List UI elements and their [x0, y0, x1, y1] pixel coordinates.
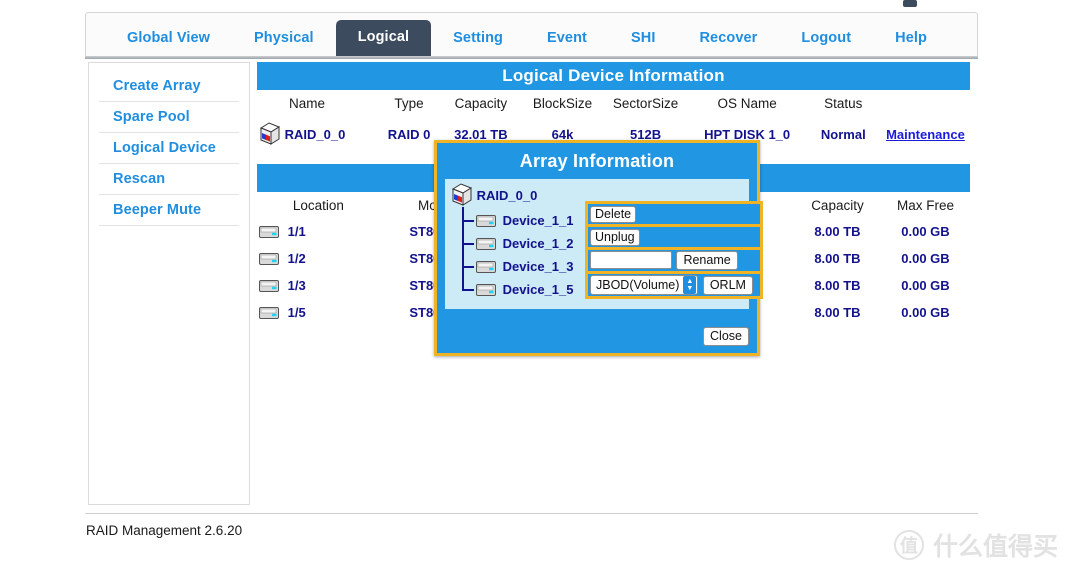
tab-shi[interactable]: SHI	[609, 21, 677, 58]
sidebar-item-spare-pool[interactable]: Spare Pool	[99, 102, 239, 133]
cell-name: RAID_0_0	[257, 116, 379, 152]
sidebar: Create Array Spare Pool Logical Device R…	[88, 62, 250, 505]
col-name: Name	[289, 96, 326, 111]
sidebar-list: Create Array Spare Pool Logical Device R…	[89, 63, 249, 226]
tree-item-device-1-3[interactable]: Device_1_3	[462, 255, 573, 278]
location-label: 1/2	[287, 251, 306, 266]
status-badge: Normal	[820, 126, 866, 142]
tab-global-view[interactable]: Global View	[105, 21, 232, 58]
col-location: Location	[292, 198, 344, 213]
disk-icon	[476, 211, 496, 227]
rename-row: Rename	[588, 250, 760, 275]
array-device-tree: RAID_0_0 Device_1_1 Device_1_2 Device_1_…	[451, 183, 573, 301]
tree-root-label: RAID_0_0	[476, 188, 538, 203]
watermark-text: 什么值得买	[932, 532, 1058, 561]
tree-root[interactable]: RAID_0_0	[451, 183, 573, 207]
logical-device-header: Logical Device Information	[257, 62, 970, 90]
tree-children: Device_1_1 Device_1_2 Device_1_3 Device_…	[462, 207, 573, 301]
tree-item-label: Device_1_2	[502, 236, 574, 251]
footer-divider	[85, 513, 978, 514]
disk-icon	[476, 280, 496, 296]
watermark-mark: 值	[893, 530, 924, 560]
array-information-dialog: Array Information RAID_0_0 Device_1_1 De…	[434, 140, 763, 356]
tab-event[interactable]: Event	[525, 21, 609, 58]
tab-help[interactable]: Help	[873, 21, 949, 58]
array-actions-panel: Delete Unplug Rename JBOD(Volume) ▲ ▼ ORL…	[585, 201, 763, 300]
rename-input[interactable]	[590, 251, 672, 269]
col-maxfree: Max Free	[896, 198, 954, 213]
col-capacity: Capacity	[454, 96, 508, 111]
cell-capacity: 8.00 TB	[814, 305, 861, 320]
cell-maxfree: 0.00 GB	[901, 278, 950, 293]
delete-row: Delete	[588, 204, 760, 227]
table-header-row: Name Type Capacity BlockSize SectorSize …	[257, 90, 970, 116]
unplug-button[interactable]: Unplug	[590, 229, 640, 246]
tab-physical[interactable]: Physical	[232, 21, 336, 58]
cell-location: 1/5	[257, 299, 380, 326]
col-osname: OS Name	[717, 96, 777, 111]
dialog-footer: Close	[703, 327, 749, 346]
cell-maxfree: 0.00 GB	[901, 251, 950, 266]
col-action	[881, 90, 970, 116]
disk-icon	[259, 226, 279, 238]
tree-item-label: Device_1_1	[502, 213, 574, 228]
disk-icon	[476, 234, 496, 250]
maintenance-link[interactable]: Maintenance	[886, 127, 965, 142]
raid-cube-icon	[259, 122, 281, 146]
col-status: Status	[824, 96, 863, 111]
cell-capacity: 8.00 TB	[814, 224, 861, 239]
orlm-row: JBOD(Volume) ▲ ▼ ORLM	[588, 274, 760, 296]
col-blocksize: BlockSize	[532, 96, 593, 111]
chevron-updown-icon[interactable]: ▲ ▼	[683, 276, 697, 295]
tab-recover[interactable]: Recover	[677, 21, 779, 58]
sidebar-item-create-array[interactable]: Create Array	[99, 71, 239, 102]
col-sectorsize: SectorSize	[612, 96, 679, 111]
delete-button[interactable]: Delete	[590, 206, 637, 223]
sidebar-item-rescan[interactable]: Rescan	[99, 164, 239, 195]
tree-item-label: Device_1_5	[502, 282, 574, 297]
dialog-body: RAID_0_0 Device_1_1 Device_1_2 Device_1_…	[445, 179, 763, 309]
watermark: 值 什么值得买	[893, 527, 1058, 563]
sidebar-item-beeper-mute[interactable]: Beeper Mute	[99, 195, 239, 226]
cell-location: 1/3	[257, 272, 380, 299]
location-label: 1/3	[287, 278, 306, 293]
location-label: 1/5	[287, 305, 306, 320]
raid-level-value: JBOD(Volume)	[596, 278, 680, 293]
raid-level-select[interactable]: JBOD(Volume) ▲ ▼	[590, 275, 699, 296]
col-capacity: Capacity	[811, 198, 864, 213]
disk-icon	[259, 253, 279, 265]
disk-icon	[259, 307, 279, 319]
cell-type: RAID 0	[387, 126, 431, 142]
cell-maxfree: 0.00 GB	[901, 305, 950, 320]
cell-location: 1/2	[257, 245, 380, 272]
cell-capacity: 8.00 TB	[814, 278, 861, 293]
close-button[interactable]: Close	[703, 327, 749, 346]
disk-icon	[476, 257, 496, 273]
raid-name-label: RAID_0_0	[284, 127, 346, 142]
tree-item-device-1-2[interactable]: Device_1_2	[462, 232, 573, 255]
tab-setting[interactable]: Setting	[431, 21, 525, 58]
raid-management-page: Global View Physical Logical Setting Eve…	[0, 0, 1080, 577]
orlm-button[interactable]: ORLM	[702, 276, 753, 296]
cell-location: 1/1	[257, 218, 380, 245]
nav-underline	[85, 56, 978, 59]
unplug-row: Unplug	[588, 227, 760, 250]
tab-logical[interactable]: Logical	[335, 19, 432, 57]
col-type: Type	[394, 96, 424, 111]
top-ui-artifact	[903, 0, 917, 7]
sidebar-item-logical-device[interactable]: Logical Device	[99, 133, 239, 164]
disk-icon	[259, 280, 279, 292]
tree-item-label: Device_1_3	[502, 259, 574, 274]
dialog-title: Array Information	[519, 151, 675, 171]
tree-item-device-1-5[interactable]: Device_1_5	[462, 278, 573, 301]
cell-capacity: 8.00 TB	[814, 251, 861, 266]
location-label: 1/1	[287, 224, 306, 239]
cell-maxfree: 0.00 GB	[901, 224, 950, 239]
raid-cube-icon	[451, 183, 473, 207]
app-version-label: RAID Management 2.6.20	[86, 523, 243, 538]
tree-item-device-1-1[interactable]: Device_1_1	[462, 209, 573, 232]
tab-logout[interactable]: Logout	[779, 21, 873, 58]
rename-button[interactable]: Rename	[676, 251, 738, 271]
main-navigation: Global View Physical Logical Setting Eve…	[85, 12, 978, 57]
